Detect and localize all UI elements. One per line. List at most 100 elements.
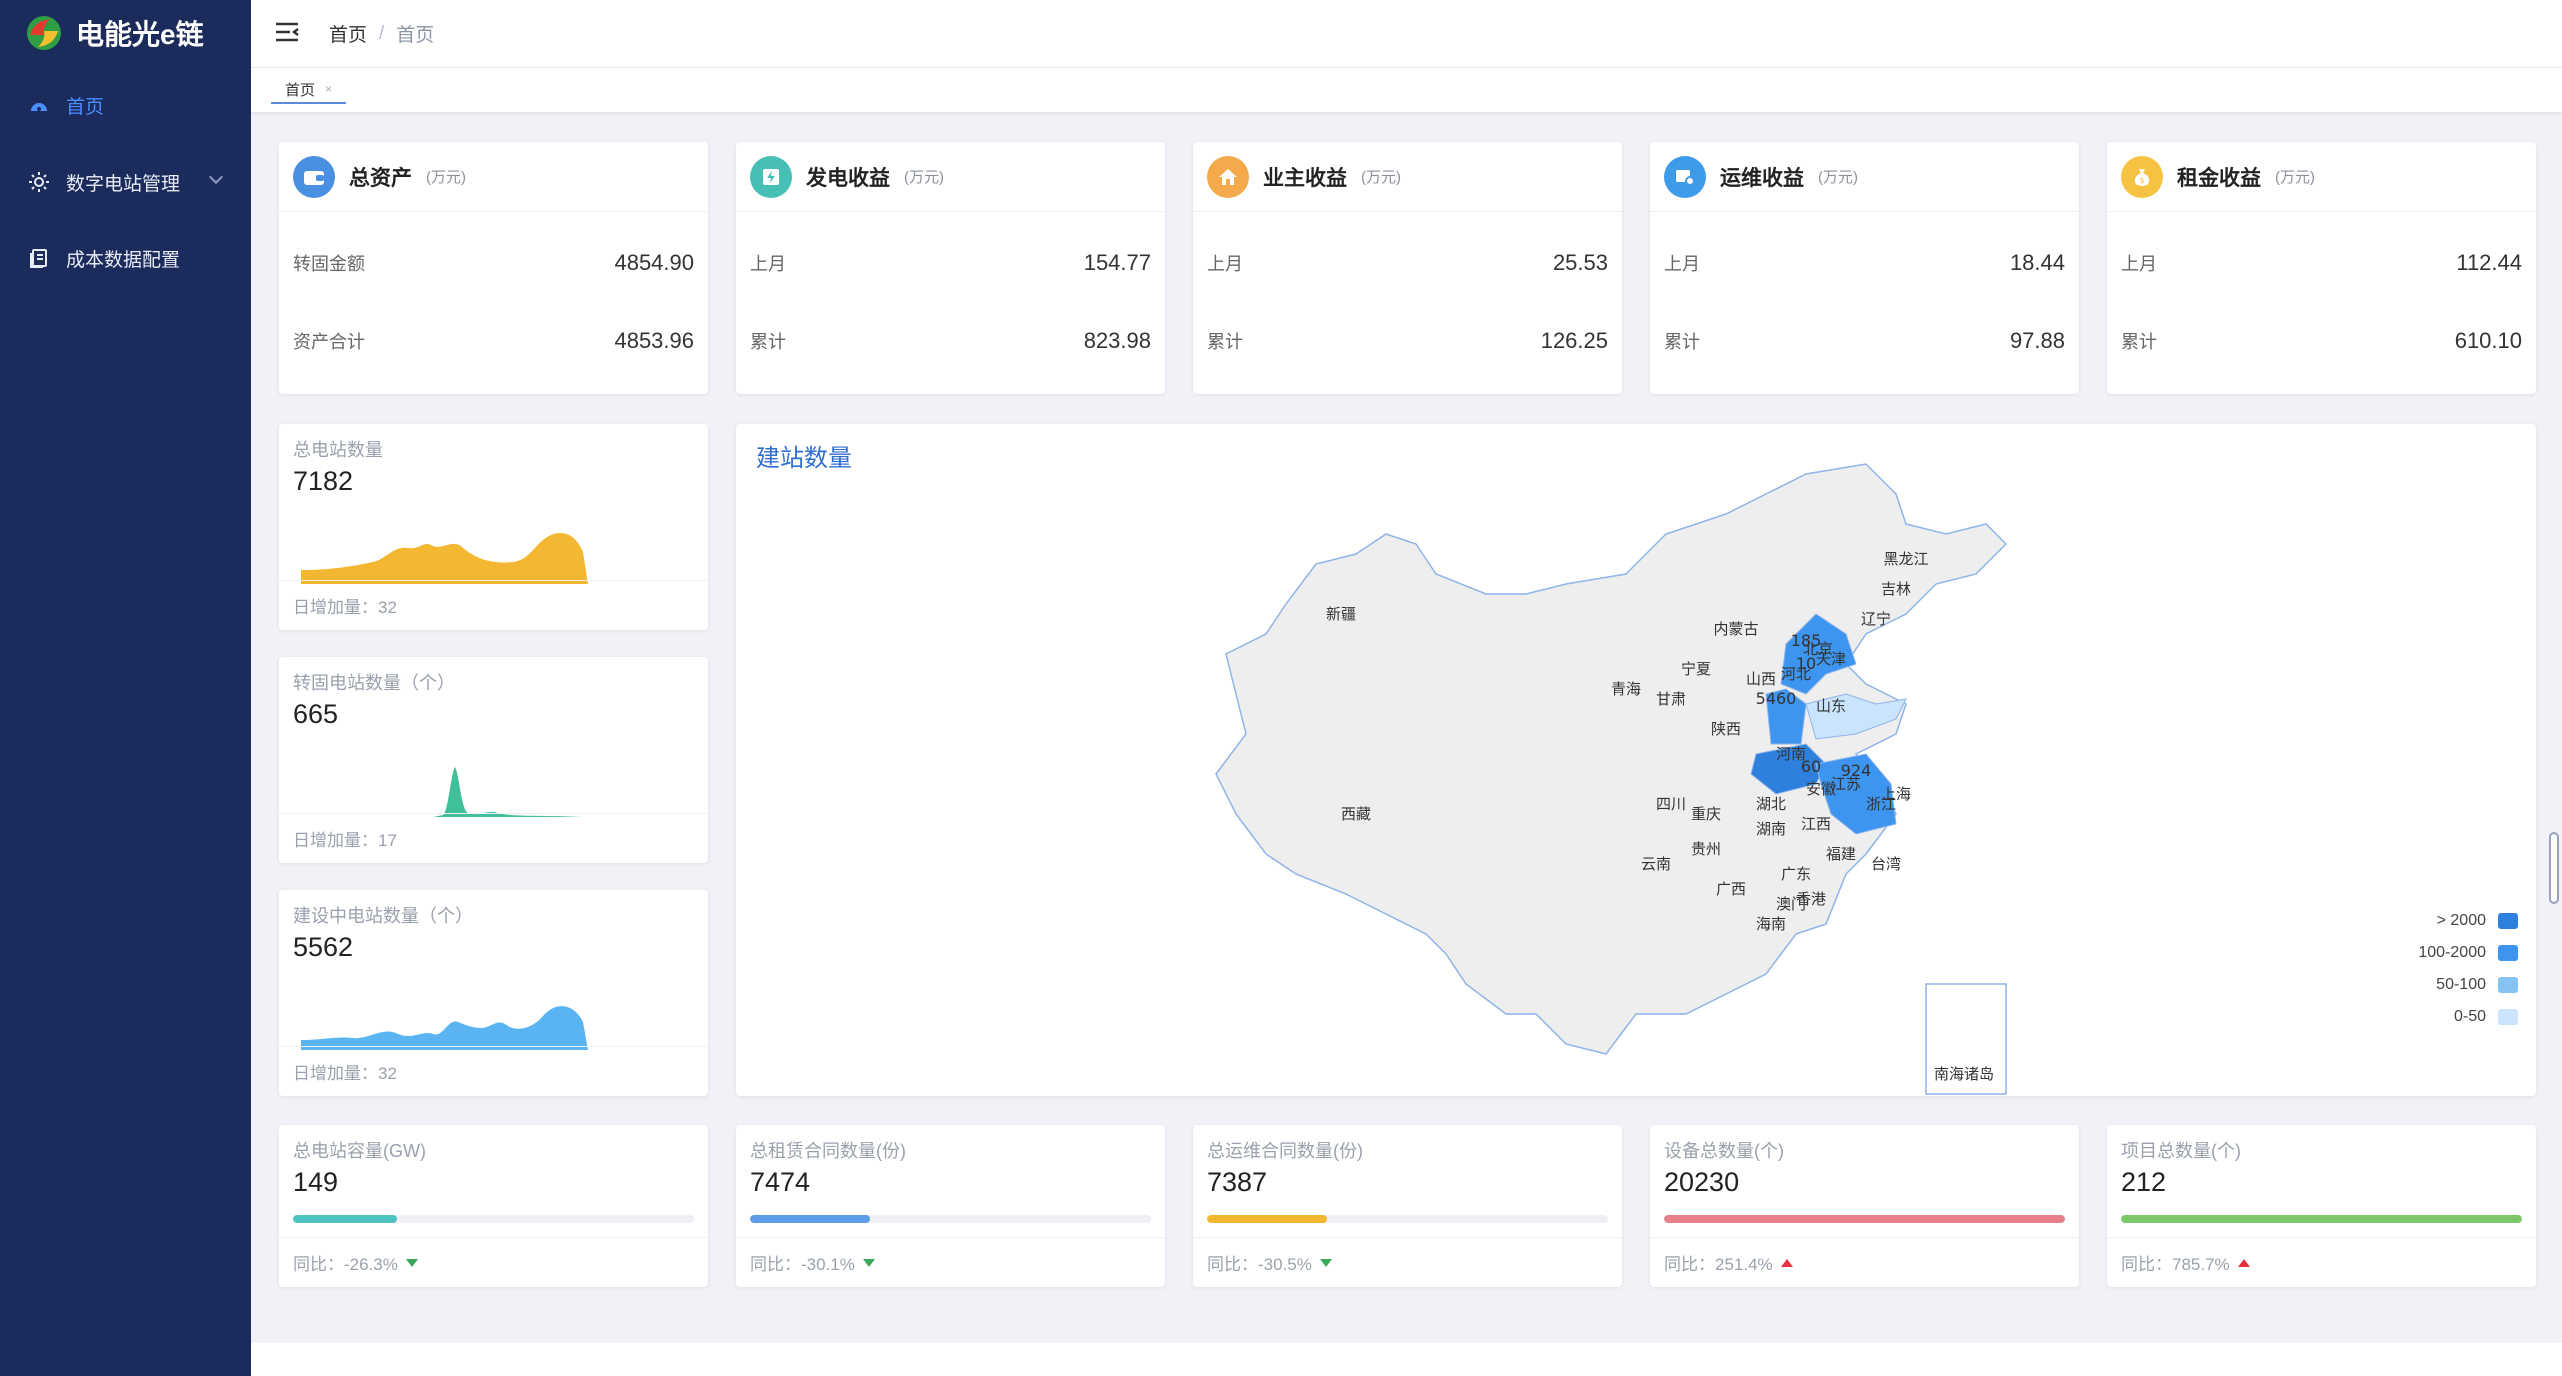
station-card-fixed: 转固电站数量（个） 665 日增加量：17 — [279, 657, 708, 863]
province-label: 江西 — [1801, 815, 1831, 833]
province-label: 吉林 — [1881, 580, 1911, 598]
kpi-card: 发电收益 (万元) 上月 154.77 累计 823.98 — [736, 142, 1165, 394]
close-icon[interactable]: × — [325, 82, 332, 96]
trend-down-icon — [405, 1258, 418, 1267]
trend-up-icon — [1780, 1258, 1793, 1267]
sidebar-item-station-management[interactable]: 数字电站管理 — [0, 154, 251, 210]
kpi-card-unit: (万元) — [1818, 169, 1858, 186]
trend-up-icon — [2237, 1258, 2250, 1267]
tab-label: 首页 — [285, 81, 316, 99]
province-value: 924 — [1841, 761, 1872, 780]
summary-card: 总租赁合同数量(份) 7474 同比：-30.1% — [736, 1125, 1165, 1287]
kpi-card-header: 业主收益 (万元) — [1193, 142, 1622, 212]
summary-card-footer: 同比：251.4% — [1650, 1237, 2079, 1287]
summary-card-footer: 同比：-26.3% — [279, 1237, 708, 1287]
province-value: 60 — [1801, 757, 1821, 776]
kpi-card-title: 发电收益 — [806, 166, 890, 190]
map-title: 建站数量 — [756, 445, 852, 472]
province-label: 内蒙古 — [1713, 620, 1758, 638]
kpi-card-header: 总资产 (万元) — [279, 142, 708, 212]
summary-card-label: 总电站容量(GW) — [293, 1141, 426, 1161]
kpi-card-unit: (万元) — [904, 169, 944, 186]
maintenance-icon — [1664, 155, 1706, 198]
tab-home[interactable]: 首页 × — [271, 76, 347, 104]
province-label: 广西 — [1716, 880, 1746, 898]
kpi-row-value: 610.10 — [2454, 328, 2522, 353]
legend-item[interactable]: 0-50 — [2406, 1008, 2518, 1026]
kpi-row-value: 18.44 — [2009, 250, 2065, 275]
kpi-row-value: 154.77 — [1083, 250, 1151, 275]
sidebar-item-label: 成本数据配置 — [66, 249, 181, 271]
sun-icon — [28, 171, 50, 193]
province-label: 黑龙江 — [1883, 550, 1928, 568]
summary-card-label: 总运维合同数量(份) — [1207, 1141, 1363, 1161]
trend-down-icon — [1319, 1258, 1332, 1267]
kpi-row: 上月 25.53 — [1207, 250, 1608, 276]
province-label: 澳门 — [1776, 895, 1806, 913]
yoy-text: 同比：-30.5% — [1207, 1255, 1312, 1274]
kpi-row-label: 累计 — [2121, 332, 2157, 352]
province-value: 5460 — [1756, 689, 1797, 708]
trend-down-icon — [862, 1258, 875, 1267]
province-label: 台湾 — [1871, 855, 1901, 873]
province-label: 山东 — [1816, 697, 1846, 715]
province-label: 重庆 — [1691, 805, 1721, 823]
kpi-row-value: 25.53 — [1552, 250, 1608, 275]
legend-item[interactable]: 100-2000 — [2406, 944, 2518, 962]
summary-card-value: 149 — [293, 1167, 339, 1197]
menu-toggle-icon[interactable] — [275, 22, 299, 42]
app-title: 电能光e链 — [76, 19, 204, 50]
summary-card-label: 项目总数量(个) — [2121, 1141, 2241, 1161]
kpi-row-label: 累计 — [1207, 332, 1243, 352]
kpi-row: 资产合计 4853.96 — [293, 328, 694, 354]
money-bag-icon: $ — [2121, 155, 2163, 198]
kpi-row-label: 上月 — [1207, 254, 1243, 274]
yoy-text: 同比：251.4% — [1664, 1255, 1773, 1274]
kpi-card-title: 总资产 — [349, 166, 412, 190]
sidebar-item-cost-config[interactable]: 成本数据配置 — [0, 230, 251, 286]
kpi-card-header: 发电收益 (万元) — [736, 142, 1165, 212]
kpi-row: 转固金额 4854.90 — [293, 250, 694, 276]
station-card-value: 7182 — [293, 466, 354, 496]
kpi-card: 业主收益 (万元) 上月 25.53 累计 126.25 — [1193, 142, 1622, 394]
dashboard-icon — [28, 94, 50, 116]
power-icon — [750, 155, 792, 198]
sidebar-item-home[interactable]: 首页 — [0, 77, 251, 133]
yoy-text: 同比：-30.1% — [750, 1255, 855, 1274]
province-label: 四川 — [1656, 795, 1686, 813]
progress-track — [1664, 1215, 2065, 1223]
province-label: 南海诸岛 — [1934, 1065, 1994, 1083]
province-label: 宁夏 — [1681, 660, 1711, 678]
svg-text:$: $ — [2139, 176, 2144, 185]
tab-bar: 首页 × — [251, 68, 2562, 112]
summary-card-value: 212 — [2121, 1167, 2167, 1197]
scrollbar-thumb[interactable] — [2549, 832, 2559, 904]
progress-fill — [1664, 1215, 2065, 1223]
summary-card: 设备总数量(个) 20230 同比：251.4% — [1650, 1125, 2079, 1287]
logo-icon — [24, 13, 64, 53]
kpi-card: $ 租金收益 (万元) 上月 112.44 累计 610.10 — [2107, 142, 2536, 394]
progress-track — [293, 1215, 694, 1223]
station-card-footer: 日增加量：32 — [279, 1046, 708, 1096]
wallet-icon — [293, 155, 335, 198]
summary-card: 总运维合同数量(份) 7387 同比：-30.5% — [1193, 1125, 1622, 1287]
kpi-card-header: 运维收益 (万元) — [1650, 142, 2079, 212]
china-map[interactable]: 黑龙江吉林辽宁内蒙古北京河北天津山西山东宁夏青海甘肃陕西河南江苏安徽 上海浙江湖北… — [1206, 454, 2336, 1104]
province-label: 安徽 — [1806, 780, 1836, 798]
kpi-row-label: 上月 — [1664, 254, 1700, 274]
progress-fill — [1207, 1215, 1328, 1223]
breadcrumb-separator: / — [379, 22, 385, 44]
kpi-row-label: 累计 — [1664, 332, 1700, 352]
kpi-row-value: 4854.90 — [614, 250, 694, 275]
kpi-row: 上月 18.44 — [1664, 250, 2065, 276]
station-map-card: 建站数量 黑龙江 吉林 辽宁 内蒙古 北京 河北 天津 山西 山东 宁夏 青海 甘肃 陕西 河南 江苏 安徽上… — [736, 424, 2536, 1096]
kpi-card-title: 租金收益 — [2177, 166, 2261, 190]
progress-track — [1207, 1215, 1608, 1223]
kpi-card-unit: (万元) — [426, 169, 466, 186]
province-label: 广东 — [1781, 865, 1811, 883]
breadcrumb-item[interactable]: 首页 — [329, 20, 367, 47]
kpi-card-unit: (万元) — [2275, 169, 2315, 186]
logo[interactable]: 电能光e链 — [24, 12, 204, 54]
legend-item[interactable]: 50-100 — [2406, 976, 2518, 994]
legend-item[interactable]: > 2000 — [2406, 912, 2518, 930]
